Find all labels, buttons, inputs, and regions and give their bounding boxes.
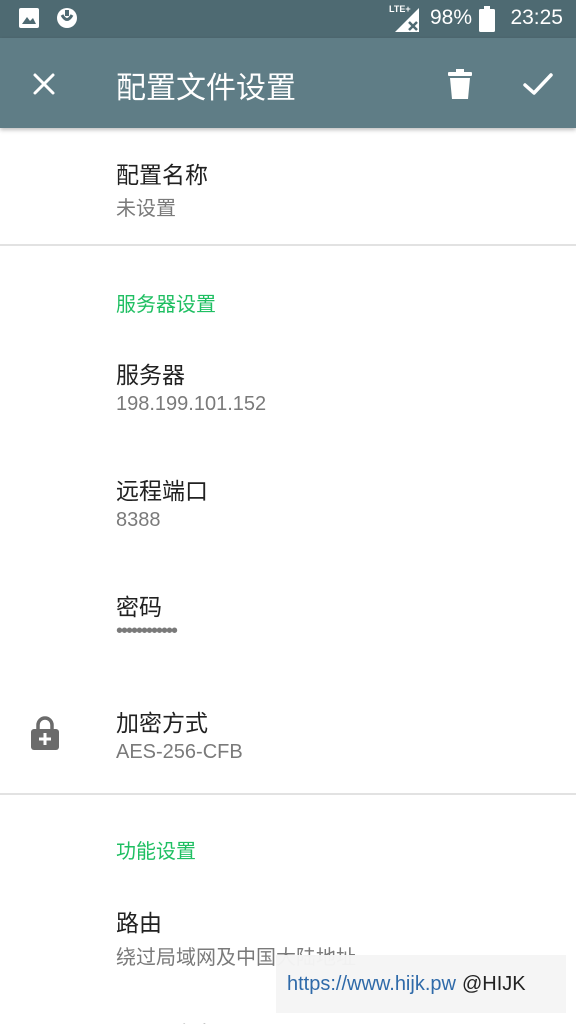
cipher-title: 加密方式 [116,711,208,737]
lock-plus-icon [31,716,59,754]
route-title: 路由 [116,911,162,937]
battery-percent: 98% [429,6,472,29]
next-item-title: 路由 [170,1016,216,1024]
cipher-value: AES-256-CFB [116,741,243,763]
profile-name-item[interactable]: 配置名称 未设置 [0,128,576,244]
server-title: 服务器 [116,363,185,389]
page-title: 配置文件设置 [116,71,296,106]
image-icon [18,7,40,33]
profile-name-value: 未设置 [116,198,176,220]
check-icon[interactable] [516,62,560,106]
section-divider [0,793,576,795]
status-bar: LTE+ 98% 23:25 [0,0,576,38]
password-value: •••••••••••• [116,620,178,642]
remote-port-title: 远程端口 [116,479,208,505]
watermark-handle: @HIJK [461,972,526,995]
delete-icon[interactable] [438,62,482,106]
close-icon[interactable] [22,62,66,106]
battery-icon [479,6,495,36]
remote-port-value: 8388 [116,509,161,531]
app-bar: 配置文件设置 [0,38,576,128]
password-item[interactable]: 密码 •••••••••••• [0,572,576,672]
settings-list: 配置名称 未设置 服务器设置 服务器 198.199.101.152 远程端口 … [0,128,576,1024]
server-settings-header: 服务器设置 [116,292,216,316]
password-title: 密码 [116,595,162,621]
cipher-item[interactable]: 加密方式 AES-256-CFB [0,688,576,792]
server-item[interactable]: 服务器 198.199.101.152 [0,340,576,440]
section-divider [0,244,576,246]
remote-port-item[interactable]: 远程端口 8388 [0,456,576,556]
clock: 23:25 [510,6,563,29]
server-value: 198.199.101.152 [116,393,267,415]
watermark: https://www.hijk.pw @HIJK [276,955,566,1013]
profile-name-title: 配置名称 [116,163,208,189]
watermark-url: https://www.hijk.pw [287,972,456,995]
feature-settings-header: 功能设置 [116,839,196,863]
app-notification-icon [56,7,78,33]
signal-icon [395,8,421,36]
